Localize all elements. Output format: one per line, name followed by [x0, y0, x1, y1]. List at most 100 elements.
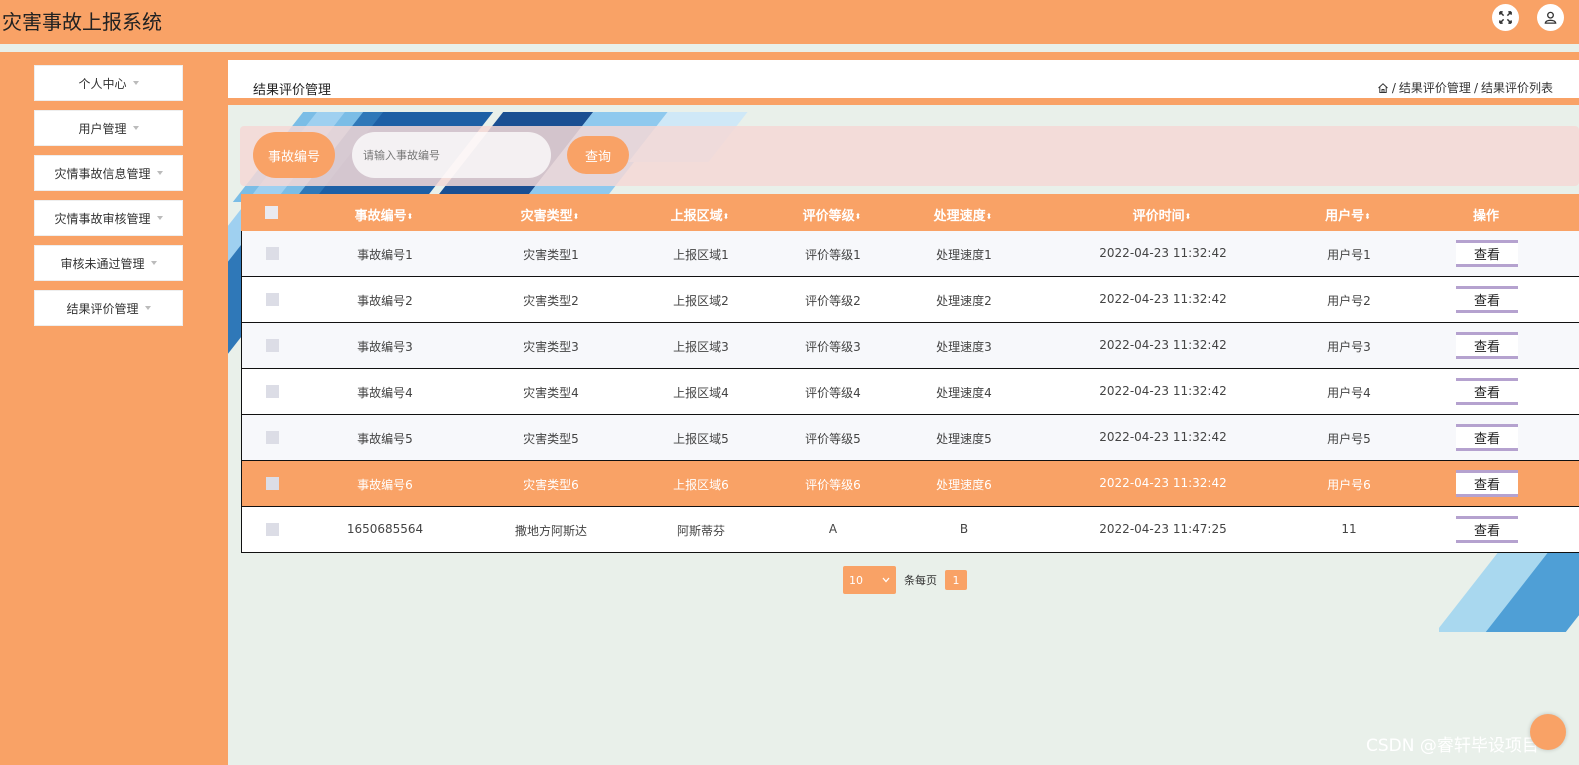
page-size-select[interactable]: 10	[843, 566, 896, 594]
caret-down-icon	[156, 171, 163, 175]
search-input[interactable]	[352, 132, 551, 178]
table-header: 事故编号⬍ 灾害类型⬍ 上报区域⬍ 评价等级⬍ 处理速度⬍ 评价时间⬍ 用户号⬍…	[241, 194, 1579, 231]
view-button[interactable]: 查看	[1456, 378, 1518, 405]
sort-icon[interactable]: ⬍	[1185, 211, 1192, 221]
view-button[interactable]: 查看	[1456, 516, 1518, 543]
row-checkbox[interactable]	[266, 339, 279, 352]
table-row[interactable]: 事故编号4 灾害类型4 上报区域4 评价等级4 处理速度4 2022-04-23…	[241, 369, 1579, 415]
sidebar-item-disaster-info[interactable]: 灾情事故信息管理	[34, 155, 183, 191]
table-row[interactable]: 事故编号3 灾害类型3 上报区域3 评价等级3 处理速度3 2022-04-23…	[241, 323, 1579, 369]
column-header-time[interactable]: 评价时间⬍	[1133, 205, 1192, 224]
page-size-value: 10	[849, 573, 863, 587]
column-header-user[interactable]: 用户号⬍	[1325, 205, 1371, 224]
row-checkbox[interactable]	[266, 385, 279, 398]
column-header-area[interactable]: 上报区域⬍	[671, 205, 730, 224]
cell-user: 用户号4	[1327, 386, 1371, 400]
sort-icon[interactable]: ⬍	[855, 211, 862, 221]
cell-type: 灾害类型6	[523, 478, 579, 492]
main-top-band	[228, 52, 1579, 60]
cell-speed: 处理速度4	[936, 386, 992, 400]
cell-area: 上报区域4	[673, 386, 729, 400]
column-header-speed[interactable]: 处理速度⬍	[934, 205, 993, 224]
select-all-checkbox[interactable]	[265, 206, 278, 219]
table-row[interactable]: 1650685564 撒地方阿斯达 阿斯蒂芬 A B 2022-04-23 11…	[241, 507, 1579, 553]
sort-icon[interactable]: ⬍	[407, 211, 414, 221]
app-title: 灾害事故上报系统	[2, 10, 162, 34]
table-row[interactable]: 事故编号2 灾害类型2 上报区域2 评价等级2 处理速度2 2022-04-23…	[241, 277, 1579, 323]
sidebar-item-user-management[interactable]: 用户管理	[34, 110, 183, 146]
row-checkbox[interactable]	[266, 523, 279, 536]
sort-icon[interactable]: ⬍	[573, 211, 580, 221]
cell-speed: 处理速度3	[936, 340, 992, 354]
view-button[interactable]: 查看	[1456, 332, 1518, 359]
sidebar-item-label: 灾情事故审核管理	[54, 211, 151, 226]
cell-grade: 评价等级6	[805, 478, 861, 492]
cell-grade: 评价等级2	[805, 294, 861, 308]
sidebar-item-result-evaluation[interactable]: 结果评价管理	[34, 290, 183, 326]
sidebar-item-label: 个人中心	[78, 76, 127, 91]
column-header-action: 操作	[1472, 209, 1500, 224]
cell-type: 灾害类型2	[523, 294, 579, 308]
caret-down-icon	[156, 216, 163, 220]
cell-type: 灾害类型3	[523, 340, 579, 354]
cell-area: 上报区域1	[673, 248, 729, 262]
row-checkbox[interactable]	[266, 431, 279, 444]
column-header-grade[interactable]: 评价等级⬍	[803, 205, 862, 224]
cell-user: 11	[1341, 522, 1357, 536]
view-button[interactable]: 查看	[1456, 424, 1518, 451]
view-button[interactable]: 查看	[1456, 286, 1518, 313]
sidebar-item-review-rejected[interactable]: 审核未通过管理	[34, 245, 183, 281]
home-icon[interactable]	[1377, 82, 1389, 94]
breadcrumb: / 结果评价管理 / 结果评价列表	[1377, 79, 1553, 96]
column-header-type[interactable]: 灾害类型⬍	[521, 205, 580, 224]
cell-time: 2022-04-23 11:32:42	[1099, 430, 1227, 444]
column-header-id[interactable]: 事故编号⬍	[355, 205, 414, 224]
cell-user: 用户号5	[1327, 432, 1371, 446]
breadcrumb-level2: 结果评价列表	[1480, 81, 1553, 95]
view-button[interactable]: 查看	[1456, 240, 1518, 267]
cell-user: 用户号2	[1327, 294, 1371, 308]
sidebar-item-label: 结果评价管理	[66, 301, 139, 316]
cell-user: 用户号6	[1327, 478, 1371, 492]
cell-area: 阿斯蒂芬	[676, 524, 726, 538]
view-button[interactable]: 查看	[1456, 470, 1518, 497]
floating-action-button[interactable]	[1530, 714, 1566, 750]
user-icon[interactable]	[1537, 4, 1564, 31]
sidebar-item-personal-center[interactable]: 个人中心	[34, 65, 183, 101]
table-row-hovered[interactable]: 事故编号6 灾害类型6 上报区域6 评价等级6 处理速度6 2022-04-23…	[241, 461, 1579, 507]
cell-time: 2022-04-23 11:32:42	[1099, 384, 1227, 398]
cell-area: 上报区域6	[673, 478, 729, 492]
sidebar-item-label: 灾情事故信息管理	[54, 166, 151, 181]
row-checkbox[interactable]	[266, 293, 279, 306]
fullscreen-icon[interactable]	[1492, 4, 1519, 31]
row-checkbox[interactable]	[266, 247, 279, 260]
sidebar-item-label: 用户管理	[78, 121, 127, 136]
sort-icon[interactable]: ⬍	[1364, 211, 1371, 221]
cell-time: 2022-04-23 11:47:25	[1099, 522, 1227, 536]
cell-time: 2022-04-23 11:32:42	[1099, 292, 1227, 306]
cell-speed: 处理速度1	[936, 248, 992, 262]
table-row[interactable]: 事故编号1 灾害类型1 上报区域1 评价等级1 处理速度1 2022-04-23…	[241, 231, 1579, 277]
sort-icon[interactable]: ⬍	[723, 211, 730, 221]
sidebar-item-disaster-review[interactable]: 灾情事故审核管理	[34, 200, 183, 236]
cell-speed: 处理速度6	[936, 478, 992, 492]
breadcrumb-level1[interactable]: 结果评价管理	[1399, 79, 1471, 96]
cell-grade: 评价等级5	[805, 432, 861, 446]
breadcrumb-separator: /	[1391, 80, 1396, 95]
table-row[interactable]: 事故编号5 灾害类型5 上报区域5 评价等级5 处理速度5 2022-04-23…	[241, 415, 1579, 461]
page-title: 结果评价管理	[253, 83, 332, 98]
page-number-current[interactable]: 1	[945, 570, 967, 590]
cell-type: 撒地方阿斯达	[514, 524, 588, 538]
cell-area: 上报区域5	[673, 432, 729, 446]
pagination: 10 条每页 1	[843, 566, 967, 594]
header-divider	[0, 44, 1579, 52]
search-button[interactable]: 查询	[567, 136, 629, 174]
decorative-corner	[1439, 547, 1579, 632]
sort-icon[interactable]: ⬍	[986, 211, 993, 221]
row-checkbox[interactable]	[266, 477, 279, 490]
cell-user: 用户号1	[1327, 248, 1371, 262]
breadcrumb-bar: 结果评价管理 / 结果评价管理 / 结果评价列表	[228, 60, 1579, 105]
top-header: 灾害事故上报系统	[0, 0, 1579, 44]
cell-id: 事故编号2	[357, 294, 413, 308]
chevron-down-icon	[882, 577, 890, 583]
